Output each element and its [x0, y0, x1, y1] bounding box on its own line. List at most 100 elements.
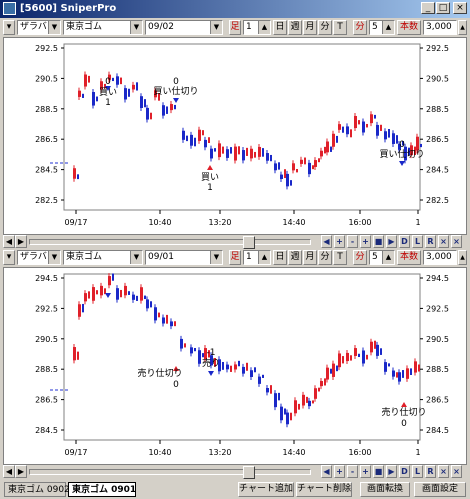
chart-area-1[interactable]: 292.5 292.5 290.5 290.5 288.5 288.5 286.5 286.5…	[3, 37, 467, 235]
chart-scrollbar-1[interactable]: ◀ ▶ ◀ + - + ■ ▶ D L R × ×	[3, 235, 467, 249]
scroll-right-button[interactable]: ▶	[15, 235, 27, 248]
scroll-thumb[interactable]	[243, 236, 255, 249]
zoom-in-button[interactable]: +	[334, 465, 345, 478]
minute-interval-button[interactable]: 分	[353, 20, 367, 35]
count-input[interactable]: 3,000	[423, 20, 457, 35]
candle-body	[218, 143, 221, 158]
bar-type-button[interactable]: 足	[229, 250, 241, 265]
stop-button[interactable]: ■	[373, 465, 384, 478]
scroll-track[interactable]	[29, 469, 311, 475]
candle-body	[308, 162, 311, 175]
candle-body	[144, 99, 146, 108]
minute-interval-button[interactable]: 分	[353, 250, 367, 265]
month-button[interactable]: 月	[303, 20, 317, 35]
candle-body	[366, 123, 368, 128]
minimize-button[interactable]: _	[421, 2, 435, 14]
candle-body	[77, 174, 79, 180]
screen-settings-button[interactable]: 画面設定	[414, 482, 466, 497]
tick-button[interactable]: T	[333, 20, 347, 35]
play-button[interactable]: ▶	[386, 235, 397, 248]
d-button[interactable]: D	[399, 465, 410, 478]
day-button[interactable]: 日	[273, 250, 287, 265]
candle-body	[388, 128, 390, 138]
r-button[interactable]: R	[425, 235, 436, 248]
minute-button[interactable]: 分	[318, 250, 332, 265]
x-tick-label: 10:40	[148, 448, 171, 457]
bar-count-input[interactable]: 1 ▲	[243, 250, 271, 265]
bar-count-input[interactable]: 1 ▲	[243, 20, 271, 35]
signal-arrow-icon	[401, 402, 407, 407]
position-qty-label: 0	[173, 380, 179, 390]
zoom-in-button[interactable]: +	[334, 235, 345, 248]
candle-body	[416, 136, 419, 151]
candle-body	[354, 115, 357, 129]
add-button[interactable]: +	[360, 235, 371, 248]
mode-select[interactable]: ザラバ ▼	[17, 250, 61, 265]
day-button[interactable]: 日	[273, 20, 287, 35]
count-input[interactable]: 3,000	[423, 250, 457, 265]
scroll-track[interactable]	[29, 239, 311, 245]
tick-button[interactable]: T	[333, 250, 347, 265]
nav-back-button[interactable]: ◀	[321, 465, 332, 478]
nav-back-button[interactable]: ◀	[321, 235, 332, 248]
count-label[interactable]: 本数	[397, 20, 421, 35]
scroll-left-button[interactable]: ◀	[3, 235, 15, 248]
cross-button[interactable]: ×	[438, 465, 449, 478]
candle-body	[306, 396, 308, 403]
close-chart-button[interactable]: ×	[451, 235, 462, 248]
month-button[interactable]: 月	[303, 250, 317, 265]
bar-type-button[interactable]: 足	[229, 20, 241, 35]
interval-input[interactable]: 5 ▲	[369, 250, 395, 265]
r-button[interactable]: R	[425, 465, 436, 478]
cross-button[interactable]: ×	[438, 235, 449, 248]
zoom-out-button[interactable]: -	[347, 235, 358, 248]
close-chart-button[interactable]: ×	[451, 465, 462, 478]
scroll-right-button[interactable]: ▶	[15, 465, 27, 478]
chevron-up-icon[interactable]: ▲	[458, 250, 467, 265]
add-button[interactable]: +	[360, 465, 371, 478]
symbol-select[interactable]: 東京ゴム ▼	[63, 20, 143, 35]
candle-body	[336, 365, 338, 372]
zoom-out-button[interactable]: -	[347, 465, 358, 478]
interval-input[interactable]: 5 ▲	[369, 20, 395, 35]
minute-button[interactable]: 分	[318, 20, 332, 35]
chart-scrollbar-2[interactable]: ◀ ▶ ◀ + - + ■ ▶ D L R × ×	[3, 465, 467, 479]
tab-rubber-0902[interactable]: 東京ゴム 0902	[4, 482, 70, 497]
y-tick-label-right: 294.5	[426, 274, 449, 283]
chevron-up-icon[interactable]: ▲	[458, 20, 467, 35]
candle-body	[194, 347, 196, 352]
candle-body	[124, 285, 127, 296]
signal-label: 売り	[202, 357, 220, 369]
panel-menu-button[interactable]: ▾	[3, 20, 15, 35]
play-button[interactable]: ▶	[386, 465, 397, 478]
candle-body	[180, 338, 183, 349]
l-button[interactable]: L	[412, 465, 423, 478]
week-button[interactable]: 週	[288, 20, 302, 35]
count-label[interactable]: 本数	[397, 250, 421, 265]
d-button[interactable]: D	[399, 235, 410, 248]
contract-select[interactable]: 09/01 ▼	[145, 250, 223, 265]
tab-rubber-0901[interactable]: 東京ゴム 0901	[68, 482, 136, 497]
candle-body	[312, 400, 314, 404]
add-chart-button[interactable]: チャート追加	[238, 482, 294, 497]
mode-select[interactable]: ザラバ ▼	[17, 20, 61, 35]
scroll-thumb[interactable]	[243, 466, 255, 479]
candle-body	[308, 400, 311, 407]
chart-area-2[interactable]: 294.5 294.5 292.5 292.5 290.5 290.5 288.5 288.5…	[3, 267, 467, 465]
close-button[interactable]: ×	[453, 2, 467, 14]
contract-select[interactable]: 09/02 ▼	[145, 20, 223, 35]
scroll-left-button[interactable]: ◀	[3, 465, 15, 478]
candle-body	[92, 92, 95, 106]
candle-body	[270, 385, 272, 394]
delete-chart-button[interactable]: チャート削除	[296, 482, 352, 497]
panel-menu-button[interactable]: ▾	[3, 250, 15, 265]
stop-button[interactable]: ■	[373, 235, 384, 248]
symbol-select[interactable]: 東京ゴム ▼	[63, 250, 143, 265]
switch-screen-button[interactable]: 画面転換	[360, 482, 410, 497]
week-button[interactable]: 週	[288, 250, 302, 265]
candle-body	[112, 77, 114, 82]
candle-body	[150, 112, 152, 120]
maximize-button[interactable]: □	[436, 2, 450, 14]
candle-body	[242, 150, 245, 161]
l-button[interactable]: L	[412, 235, 423, 248]
